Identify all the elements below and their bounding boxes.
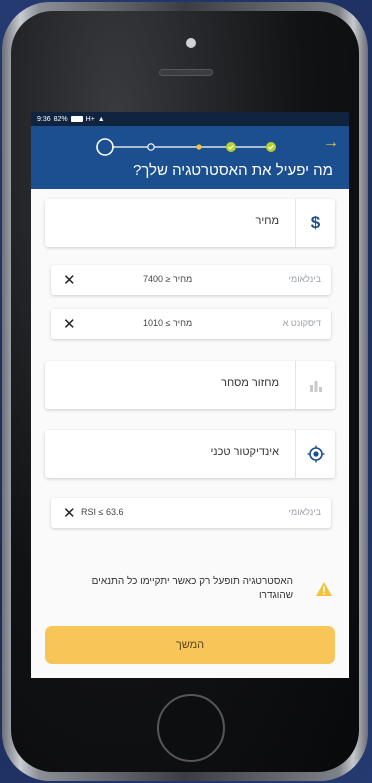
close-icon[interactable]: ✕ <box>63 315 76 333</box>
status-time: 9:36 <box>37 115 51 123</box>
category-price[interactable]: $ מחיר <box>45 199 335 247</box>
signal-icon: ▲ <box>97 115 105 123</box>
category-volume-label: מחזור מסחר <box>221 377 279 389</box>
condition-row[interactable]: ✕ RSI ≤ 63.6 בינלאומי <box>51 498 331 528</box>
step-check-icon <box>226 142 236 152</box>
step-current-icon <box>96 138 114 156</box>
notice-text: האסטרטגיה תופעל רק כאשר יתקיימו כל התנאי… <box>91 576 293 601</box>
home-button[interactable] <box>157 694 225 762</box>
page-title: מה יפעיל את האסטרטגיה שלך? <box>132 162 333 179</box>
status-network: H+ <box>85 115 95 123</box>
step-pending-icon <box>147 143 155 151</box>
category-technical[interactable]: אינדיקטור טכני <box>45 430 335 478</box>
target-icon <box>295 430 335 478</box>
app-header: → מה יפעיל את האסטרטגיה שלך? <box>31 126 349 189</box>
condition-text: מחיר ≤ 7400 <box>143 274 193 284</box>
warning-icon <box>316 582 332 596</box>
category-volume[interactable]: מחזור מסחר <box>45 361 335 409</box>
condition-text: RSI ≤ 63.6 <box>81 507 124 517</box>
category-price-label: מחיר <box>255 215 279 227</box>
condition-source: בינלאומי <box>288 507 321 517</box>
condition-text: מחיר ≥ 1010 <box>143 318 193 328</box>
battery-icon <box>70 116 83 122</box>
content-area: $ מחיר ✕ מחיר ≤ 7400 בינלאומי ✕ מחיר ≥ 1… <box>31 189 349 678</box>
earpiece-speaker <box>159 69 213 76</box>
step-dot-icon <box>196 144 202 150</box>
step-progress <box>96 138 276 156</box>
bar-chart-icon <box>295 361 335 409</box>
continue-button[interactable]: המשך <box>45 626 335 664</box>
condition-source: דיסקונט א <box>282 318 321 328</box>
forward-arrow-icon[interactable]: → <box>323 134 339 152</box>
step-check-icon <box>266 142 276 152</box>
dollar-icon: $ <box>295 199 335 247</box>
app-screen: 9:36 82% H+ ▲ → מה יפעיל את האסטרטגיה של… <box>31 112 349 678</box>
status-battery: 82% <box>53 115 68 123</box>
condition-source: בינלאומי <box>288 274 321 284</box>
status-bar: 9:36 82% H+ ▲ <box>31 112 349 126</box>
front-camera <box>186 38 196 48</box>
condition-row[interactable]: ✕ מחיר ≥ 1010 דיסקונט א <box>51 309 331 339</box>
close-icon[interactable]: ✕ <box>63 271 76 289</box>
close-icon[interactable]: ✕ <box>63 504 76 522</box>
category-technical-label: אינדיקטור טכני <box>210 446 279 458</box>
condition-row[interactable]: ✕ מחיר ≤ 7400 בינלאומי <box>51 265 331 295</box>
